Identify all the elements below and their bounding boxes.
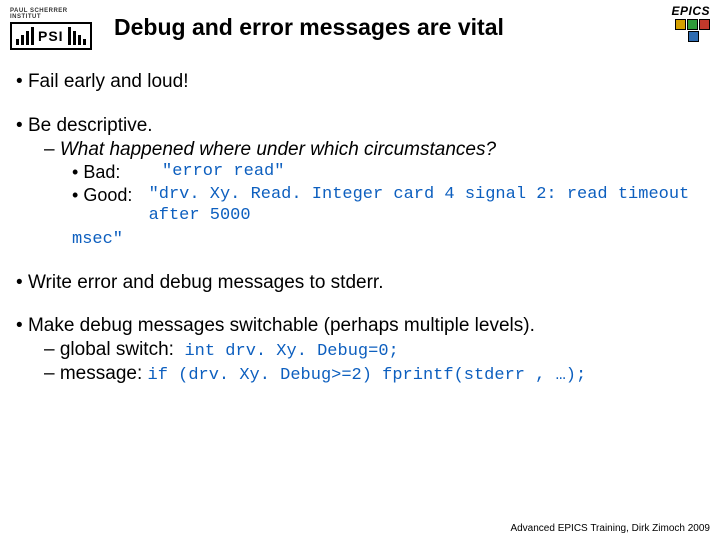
example-bad-row: • Bad: "error read"	[72, 161, 704, 184]
epics-logo: EPICS	[671, 4, 710, 42]
psi-logo-text: PSI	[38, 28, 64, 44]
example-good-row: • Good: "drv. Xy. Read. Integer card 4 s…	[72, 184, 704, 227]
slide-header: PAUL SCHERRER INSTITUT PSI Debug and err…	[0, 0, 720, 46]
psi-institute-text: PAUL SCHERRER INSTITUT	[10, 8, 100, 20]
bullet-fail-early: • Fail early and loud!	[16, 70, 704, 94]
example-good-tail: msec"	[72, 226, 704, 250]
epics-logo-squares-row1	[671, 19, 710, 30]
psi-logo-box: PSI	[10, 22, 92, 50]
bad-label: • Bad:	[72, 161, 162, 184]
sub-text: message:	[60, 363, 142, 384]
psi-logo: PAUL SCHERRER INSTITUT PSI	[10, 8, 100, 42]
bullet-text: Write error and debug messages to stderr…	[28, 272, 384, 293]
slide-footer: Advanced EPICS Training, Dirk Zimoch 200…	[510, 523, 710, 534]
bullet-text: Fail early and loud!	[28, 71, 189, 92]
bullet-text: Make debug messages switchable (perhaps …	[28, 315, 535, 336]
sub-text: What happened where under which circumst…	[60, 139, 496, 160]
epics-logo-text: EPICS	[671, 4, 710, 18]
slide-content: • Fail early and loud! • Be descriptive.…	[0, 46, 720, 387]
bullet-descriptive: • Be descriptive.	[16, 114, 704, 138]
global-switch-code: int drv. Xy. Debug=0;	[184, 342, 398, 361]
epics-logo-squares-row2	[671, 31, 710, 42]
bullet-switchable: • Make debug messages switchable (perhap…	[16, 314, 704, 338]
message-code: if (drv. Xy. Debug>=2) fprintf(stderr , …	[148, 366, 587, 385]
psi-logo-bars-left	[15, 27, 35, 45]
psi-logo-bars-right	[67, 27, 87, 45]
sub-message: – message: if (drv. Xy. Debug>=2) fprint…	[44, 362, 704, 386]
sub-text: global switch:	[60, 339, 174, 360]
bullet-stderr: • Write error and debug messages to stde…	[16, 271, 704, 295]
good-code-tail: msec"	[72, 230, 123, 249]
sub-global-switch: – global switch: int drv. Xy. Debug=0;	[44, 338, 704, 362]
sub-what-happened: – What happened where under which circum…	[44, 138, 704, 162]
bullet-text: Be descriptive.	[28, 115, 153, 136]
good-code: "drv. Xy. Read. Integer card 4 signal 2:…	[149, 184, 704, 227]
bad-code: "error read"	[162, 161, 284, 184]
good-label: • Good:	[72, 184, 149, 227]
slide-title: Debug and error messages are vital	[114, 14, 710, 41]
